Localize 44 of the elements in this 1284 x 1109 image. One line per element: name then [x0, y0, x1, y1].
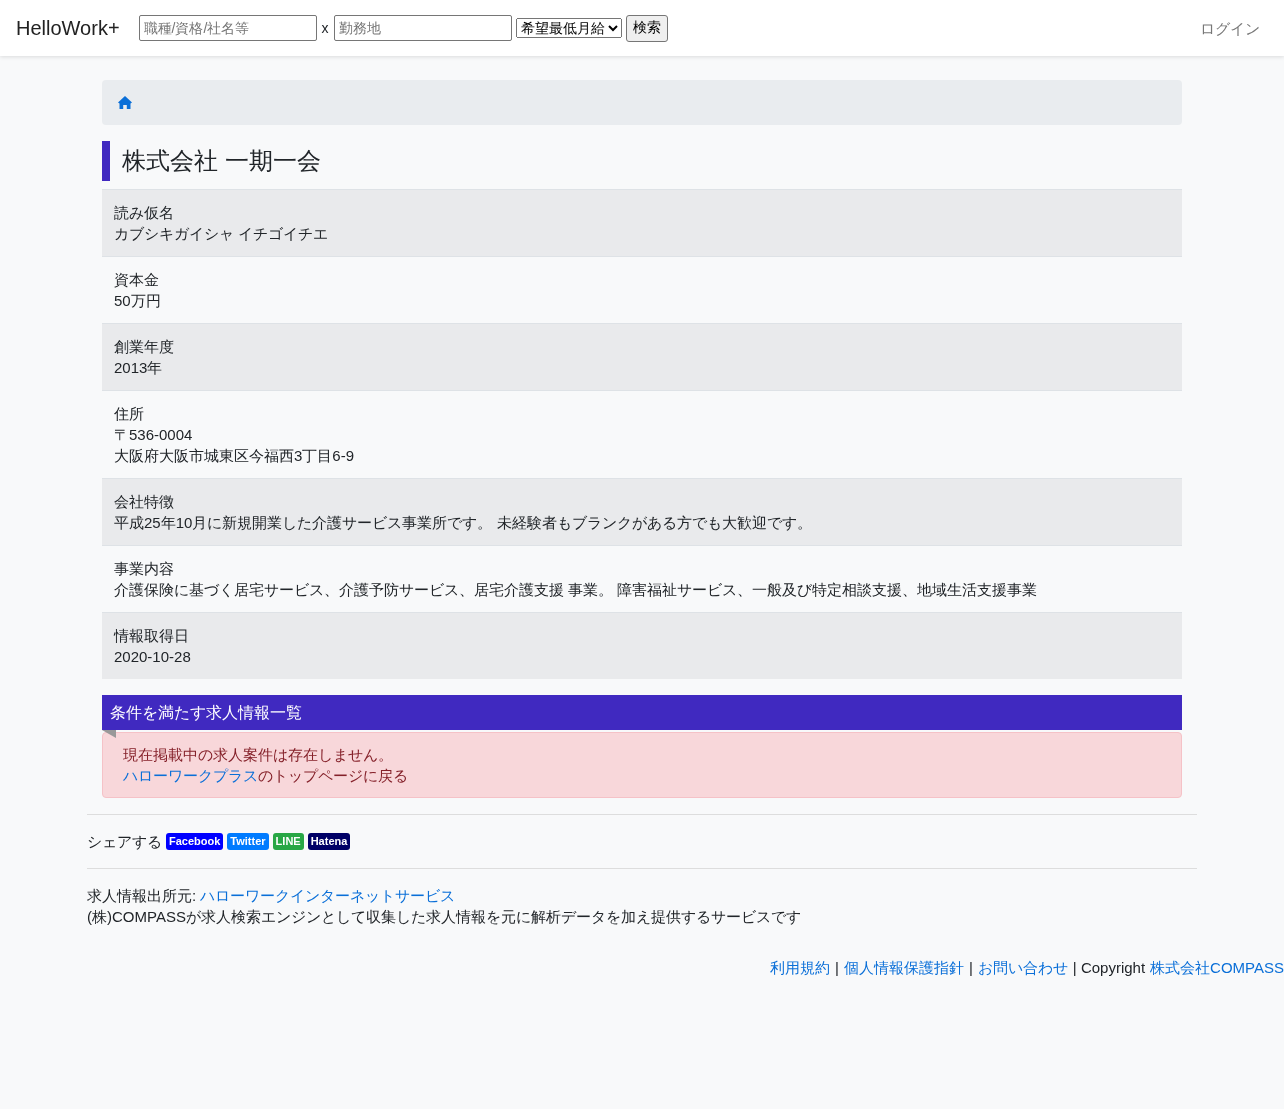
footer-link[interactable]: 利用規約 — [770, 957, 830, 978]
login-link[interactable]: ログイン — [1200, 17, 1260, 39]
detail-value: 平成25年10月に新規開業した介護サービス事業所です。 未経験者もブランクがある方でも大歓迎です。 — [114, 513, 813, 533]
share-badge[interactable]: Hatena — [307, 833, 351, 850]
alert-sentence: ハローワークプラスのトップページに戻る — [123, 766, 409, 786]
detail-label: 情報取得日 — [114, 626, 190, 646]
footer-link[interactable]: 個人情報保護指針 — [843, 957, 964, 978]
footer-link[interactable]: お問い合わせ — [977, 957, 1068, 978]
detail-label: 会社特徴 — [114, 492, 175, 512]
section-heading: 条件を満たす求人情報一覧 — [102, 695, 1182, 730]
share-badge[interactable]: Facebook — [166, 833, 224, 850]
salary-select[interactable]: 希望最低月給 — [515, 18, 622, 38]
keyword-field[interactable]: 職種/資格/社名等 — [138, 15, 317, 41]
source-line: 求人情報出所元: ハローワークインターネットサービス — [87, 886, 457, 906]
detail-value: 50万円 — [114, 291, 162, 311]
joiner-text: x — [321, 18, 329, 38]
share-label: シェアする — [87, 832, 162, 852]
brand-logo[interactable]: HelloWork+ — [16, 17, 120, 39]
top-page-link[interactable]: ハローワークプラス — [123, 767, 258, 784]
corner-fold-icon — [102, 730, 116, 738]
alert-message: 現在掲載中の求人案件は存在しません。 — [123, 745, 394, 765]
service-note: (株)COMPASSが求人検索エンジンとして収集した求人情報を元に解析データを加え提供するサービスです — [87, 907, 802, 927]
detail-value: 大阪府大阪市城東区今福西3丁目6-9 — [114, 446, 356, 466]
share-badge[interactable]: Twitter — [227, 833, 269, 850]
footer-link[interactable]: 株式会社COMPASS — [1150, 957, 1284, 978]
footer-text: | — [835, 958, 839, 978]
share-badge[interactable]: LINE — [272, 833, 304, 850]
footer-text: | Copyright — [1072, 958, 1146, 978]
home-icon[interactable] — [118, 96, 132, 109]
detail-label: 事業内容 — [114, 559, 175, 579]
search-button[interactable]: 検索 — [625, 14, 668, 42]
company-title: 株式会社 一期一会 — [102, 141, 1182, 181]
detail-value: カブシキガイシャ イチゴイチエ — [114, 224, 330, 244]
detail-value: 介護保険に基づく居宅サービス、介護予防サービス、居宅介護支援 事業。 障害福祉サービス、一般及び特定相談支援、地域生活支援事業 — [114, 580, 1039, 600]
detail-label: 読み仮名 — [114, 203, 175, 223]
detail-value: 2020-10-28 — [114, 647, 192, 667]
detail-label: 創業年度 — [114, 337, 175, 357]
detail-label: 資本金 — [114, 270, 160, 290]
footer-text: | — [968, 958, 973, 978]
location-field[interactable]: 勤務地 — [333, 15, 512, 41]
detail-value: 〒536-0004 — [114, 425, 194, 445]
detail-value: 2013年 — [114, 358, 164, 378]
source-link[interactable]: ハローワークインターネットサービス — [200, 887, 456, 904]
detail-label: 住所 — [114, 404, 145, 424]
